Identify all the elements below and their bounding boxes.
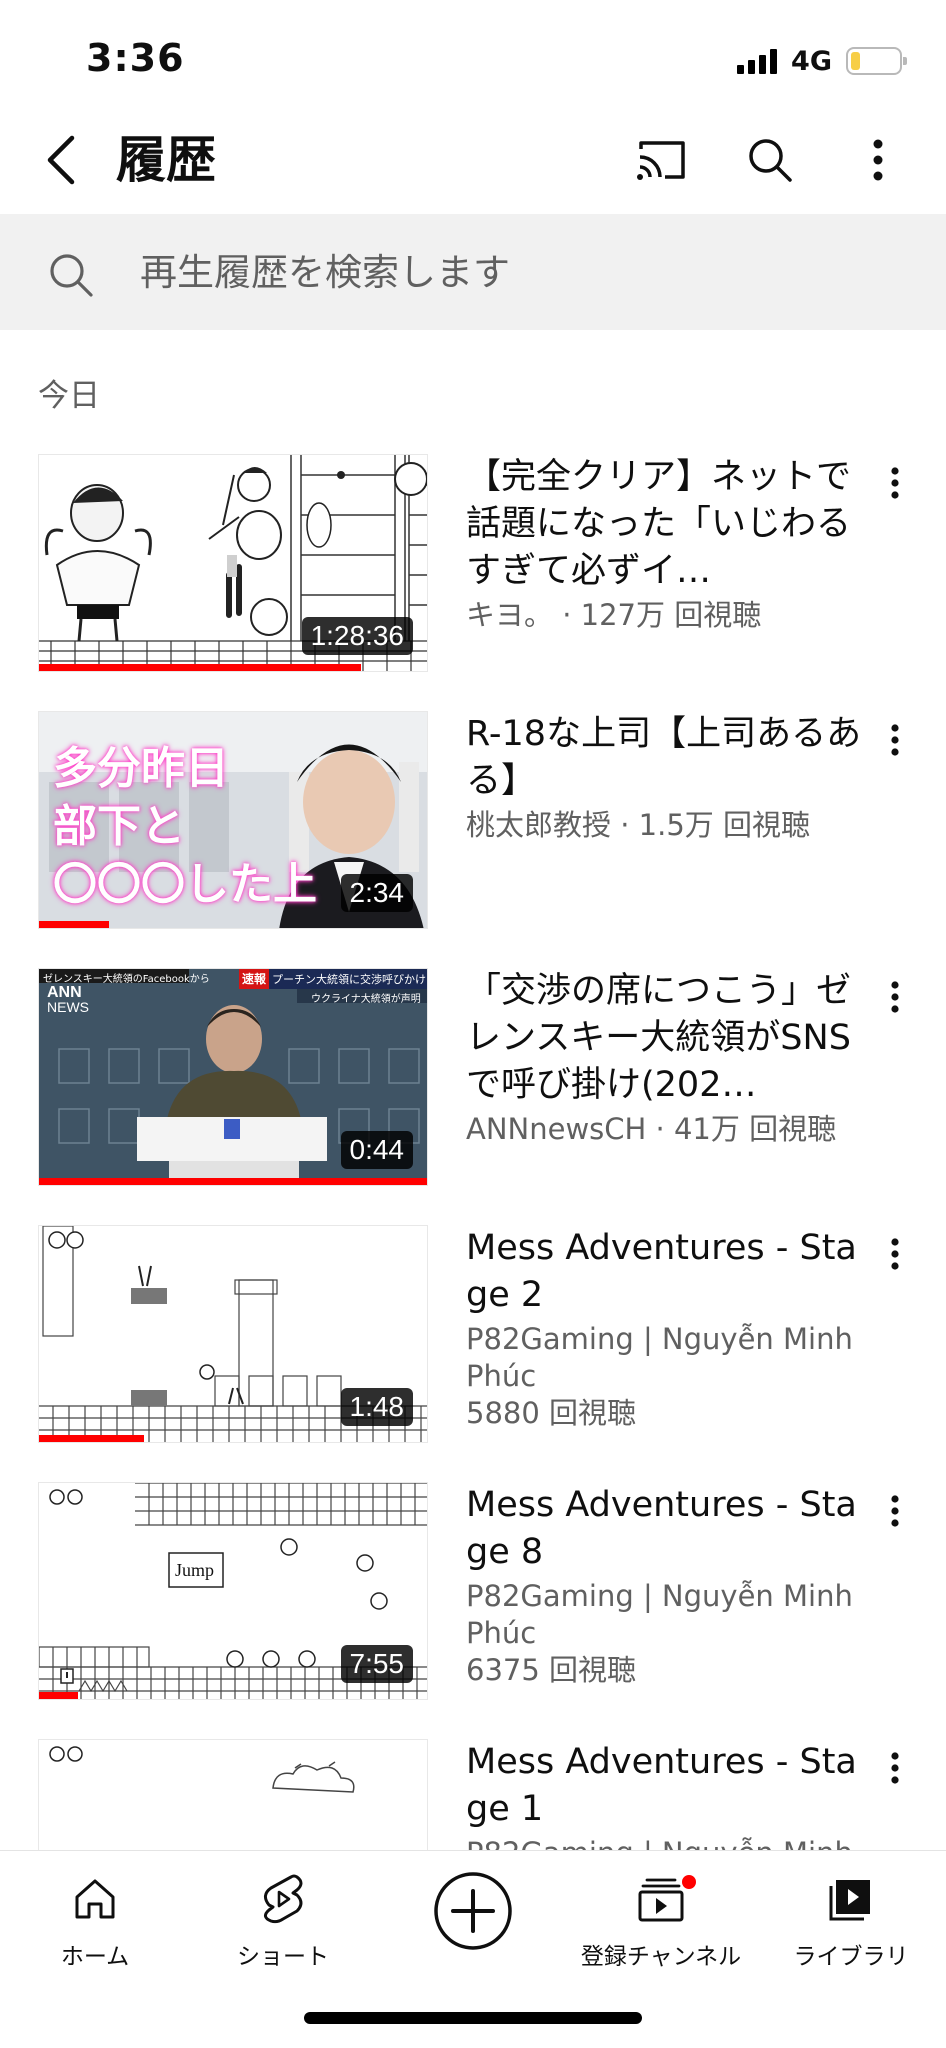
video-info[interactable]: R-18な上司【上司あるある】 桃太郎教授 · 1.5万 回視聴 (466, 711, 866, 844)
more-vertical-icon (891, 1238, 899, 1270)
shorts-icon (264, 1874, 303, 1924)
video-thumbnail[interactable]: ゼレンスキー大統領のFacebookから ANN NEWS 速報 プーチン大統領… (38, 968, 428, 1186)
video-more-button[interactable] (870, 970, 920, 1024)
thumbnail-overlay-text: Jump (175, 1560, 215, 1580)
nav-library[interactable]: ライブラリ (756, 1865, 946, 1985)
video-item[interactable]: ゼレンスキー大統領のFacebookから ANN NEWS 速報 プーチン大統領… (0, 968, 946, 1196)
search-icon (749, 139, 792, 182)
page-title: 履歴 (116, 131, 216, 189)
more-vertical-icon (873, 139, 883, 181)
nav-library-label: ライブラリ (793, 1944, 909, 1970)
video-views: 5880 回視聴 (466, 1396, 637, 1430)
news-logo-text: NEWS (47, 999, 89, 1015)
video-info[interactable]: 【完全クリア】ネットで話題になった「いじわるすぎて必ずイ… キヨ。 · 127万… (466, 454, 866, 634)
nav-shorts[interactable]: ショート (188, 1865, 378, 1985)
video-more-button[interactable] (870, 456, 920, 510)
video-item[interactable]: 1:48 Mess Adventures - Stage 2 P82Gaming… (0, 1225, 946, 1453)
video-meta: キヨ。 · 127万 回視聴 (466, 598, 762, 632)
status-bar: 3:36 4G (0, 0, 946, 110)
video-title[interactable]: Mess Adventures - Stage 2 (466, 1225, 866, 1319)
more-options-button[interactable] (846, 128, 910, 192)
history-search-input[interactable] (140, 240, 900, 304)
nav-shorts-label: ショート (237, 1944, 329, 1970)
video-title[interactable]: Mess Adventures - Stage 8 (466, 1482, 866, 1576)
video-title[interactable]: 【完全クリア】ネットで話題になった「いじわるすぎて必ずイ… (466, 454, 866, 595)
status-time: 3:36 (86, 36, 185, 80)
video-title[interactable]: Mess Adventures - Stage 1 (466, 1739, 866, 1833)
home-indicator[interactable] (304, 2012, 642, 2024)
battery-fill (851, 52, 861, 70)
thumbnail-overlay-text: ウクライナ大統領が声明 (311, 994, 421, 1005)
signal-icon (737, 48, 778, 74)
watch-progress-bar (39, 1435, 144, 1442)
more-vertical-icon (891, 467, 899, 499)
history-search-bar (0, 214, 946, 330)
video-more-button[interactable] (870, 1227, 920, 1281)
video-info[interactable]: 「交渉の席につこう」ゼレンスキー大統領がSNSで呼び掛け(202… ANNnew… (466, 968, 866, 1148)
video-thumbnail[interactable]: 1:28:36 (38, 454, 428, 672)
thumbnail-overlay-text: プーチン大統領に交渉呼びかけ (272, 973, 426, 986)
more-vertical-icon (891, 1752, 899, 1784)
video-duration: 2:34 (340, 874, 413, 912)
notification-dot (680, 1873, 698, 1891)
network-type: 4G (791, 45, 832, 77)
nav-subscriptions[interactable]: 登録チャンネル (566, 1865, 756, 1985)
video-duration: 1:48 (340, 1388, 413, 1426)
cast-icon (637, 141, 685, 180)
more-vertical-icon (891, 724, 899, 756)
home-icon (75, 1879, 115, 1919)
nav-home[interactable]: ホーム (0, 1865, 190, 1985)
news-logo-text: ANN (47, 984, 82, 1001)
back-button[interactable] (30, 128, 94, 192)
nav-home-label: ホーム (60, 1944, 130, 1970)
thumbnail-overlay-text: ゼレンスキー大統領のFacebookから (43, 974, 210, 985)
news-logo: ANN NEWS (47, 985, 89, 1015)
video-item[interactable]: Jump 7:55 Mess Adventures - Stage 8 P82G… (0, 1482, 946, 1710)
cast-button[interactable] (630, 128, 694, 192)
thumbnail-overlay-text: 速報 (241, 972, 266, 986)
thumbnail-overlay-text: 多分昨日 (53, 743, 229, 794)
video-title[interactable]: R-18な上司【上司あるある】 (466, 711, 866, 805)
section-label-today: 今日 (38, 378, 100, 414)
watch-progress-bar (39, 921, 109, 928)
video-thumbnail[interactable]: 多分昨日 部下と 〇〇〇した上 2:34 (38, 711, 428, 929)
status-indicators: 4G (737, 44, 907, 78)
video-duration: 7:55 (340, 1645, 413, 1683)
video-more-button[interactable] (870, 1484, 920, 1538)
subscriptions-icon (638, 1878, 684, 1922)
search-icon (50, 254, 93, 297)
create-button[interactable] (433, 1871, 513, 1951)
video-thumbnail[interactable]: 1:48 (38, 1225, 428, 1443)
thumbnail-overlay-text: 部下と (53, 801, 185, 852)
thumbnail-overlay-text: 〇〇〇した上 (53, 859, 317, 910)
more-vertical-icon (891, 981, 899, 1013)
video-item[interactable]: 多分昨日 部下と 〇〇〇した上 2:34 R-18な上司【上司あるある】 桃太郎… (0, 711, 946, 939)
plus-circle-icon (434, 1872, 512, 1950)
video-meta: ANNnewsCH · 41万 回視聴 (466, 1112, 837, 1146)
watch-progress-bar (39, 1692, 78, 1699)
watch-progress-bar (39, 1178, 427, 1185)
video-duration: 0:44 (340, 1131, 413, 1169)
video-channel: P82Gaming | Nguyễn Minh Phúc (466, 1579, 853, 1650)
chevron-left-icon (47, 135, 75, 185)
video-duration: 1:28:36 (301, 617, 413, 655)
video-thumbnail[interactable]: Jump 7:55 (38, 1482, 428, 1700)
video-views: 6375 回視聴 (466, 1653, 637, 1687)
battery-icon (846, 47, 907, 75)
watch-progress-bar (39, 664, 362, 671)
video-more-button[interactable] (870, 713, 920, 767)
video-info[interactable]: Mess Adventures - Stage 8 P82Gaming | Ng… (466, 1482, 866, 1689)
search-button[interactable] (738, 128, 802, 192)
library-icon (829, 1880, 870, 1921)
app-header: 履歴 (0, 110, 946, 214)
video-more-button[interactable] (870, 1741, 920, 1795)
video-info[interactable]: Mess Adventures - Stage 2 P82Gaming | Ng… (466, 1225, 866, 1432)
video-meta: 桃太郎教授 · 1.5万 回視聴 (466, 808, 810, 842)
video-item[interactable]: 1:28:36 【完全クリア】ネットで話題になった「いじわるすぎて必ずイ… キヨ… (0, 454, 946, 682)
video-title[interactable]: 「交渉の席につこう」ゼレンスキー大統領がSNSで呼び掛け(202… (466, 968, 866, 1109)
more-vertical-icon (891, 1495, 899, 1527)
nav-subscriptions-label: 登録チャンネル (580, 1944, 742, 1970)
video-channel: P82Gaming | Nguyễn Minh Phúc (466, 1322, 853, 1393)
